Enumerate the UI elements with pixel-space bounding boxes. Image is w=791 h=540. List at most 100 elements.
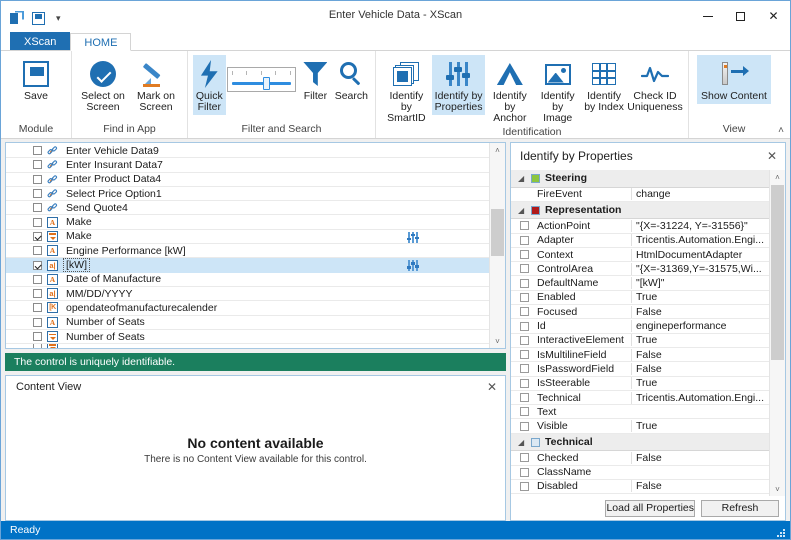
- property-checkbox[interactable]: [520, 379, 529, 388]
- property-row[interactable]: IsPasswordFieldFalse: [511, 362, 769, 376]
- row-checkbox[interactable]: [33, 203, 42, 212]
- select-on-screen-button[interactable]: Select on Screen: [77, 55, 129, 115]
- property-row[interactable]: DisabledFalse: [511, 480, 769, 494]
- tree-row[interactable]: A Date of Manufacture: [6, 273, 489, 287]
- property-row[interactable]: FireEvent change: [511, 188, 769, 202]
- property-checkbox-cell[interactable]: [511, 468, 537, 477]
- property-checkbox[interactable]: [520, 393, 529, 402]
- refresh-button[interactable]: Refresh: [701, 500, 779, 517]
- row-checkbox[interactable]: [33, 160, 42, 169]
- property-checkbox-cell[interactable]: [511, 307, 537, 316]
- property-checkbox-cell[interactable]: [511, 322, 537, 331]
- tree-row[interactable]: [K opendateofmanufacturecalender: [6, 301, 489, 315]
- minimize-button[interactable]: [691, 4, 724, 28]
- scroll-down-icon[interactable]: ˅: [490, 334, 505, 348]
- identify-by-index-button[interactable]: Identify by Index: [581, 55, 627, 115]
- tree-row[interactable]: Enter Insurant Data7: [6, 158, 489, 172]
- filter-strength-slider[interactable]: [227, 67, 297, 92]
- expander-icon[interactable]: ◢: [518, 174, 526, 183]
- identify-by-image-button[interactable]: Identify by Image: [534, 55, 581, 126]
- property-row[interactable]: IsSteerableTrue: [511, 377, 769, 391]
- row-checkbox[interactable]: [33, 218, 42, 227]
- property-checkbox[interactable]: [520, 453, 529, 462]
- slider-thumb[interactable]: [263, 77, 270, 90]
- property-checkbox-cell[interactable]: [511, 364, 537, 373]
- tab-home[interactable]: HOME: [70, 33, 131, 51]
- property-checkbox[interactable]: [520, 221, 529, 230]
- property-checkbox[interactable]: [520, 307, 529, 316]
- property-checkbox[interactable]: [520, 468, 529, 477]
- close-button[interactable]: ✕: [757, 4, 790, 28]
- property-row[interactable]: Text: [511, 405, 769, 419]
- scroll-down-icon[interactable]: ˅: [770, 482, 785, 496]
- row-checkbox[interactable]: [33, 303, 42, 312]
- scroll-up-icon[interactable]: ˄: [770, 170, 785, 184]
- property-row[interactable]: TechnicalTricentis.Automation.Engi...: [511, 391, 769, 405]
- resize-grip[interactable]: [777, 527, 787, 537]
- property-checkbox-cell[interactable]: [511, 279, 537, 288]
- property-checkbox-cell[interactable]: [511, 422, 537, 431]
- tree-row[interactable]: Make: [6, 230, 489, 244]
- tree-row[interactable]: A Number of Seats: [6, 316, 489, 330]
- tree-row[interactable]: Number of Seats: [6, 330, 489, 344]
- property-checkbox[interactable]: [520, 482, 529, 491]
- maximize-button[interactable]: [724, 4, 757, 28]
- property-checkbox-cell[interactable]: [511, 336, 537, 345]
- filter-button[interactable]: Filter: [299, 55, 332, 104]
- property-row[interactable]: ClassName: [511, 466, 769, 480]
- identify-by-smartid-button[interactable]: Identify by SmartID: [381, 55, 432, 126]
- property-checkbox[interactable]: [520, 407, 529, 416]
- check-id-uniqueness-button[interactable]: Check ID Uniqueness: [627, 55, 683, 115]
- identify-by-anchor-button[interactable]: Identify by Anchor: [485, 55, 534, 126]
- property-row[interactable]: FocusedFalse: [511, 305, 769, 319]
- show-content-button[interactable]: Show Content: [697, 55, 771, 104]
- save-icon[interactable]: [32, 11, 47, 26]
- search-button[interactable]: Search: [333, 55, 370, 104]
- property-checkbox-cell[interactable]: [511, 482, 537, 491]
- properties-grid[interactable]: ◢ Steering FireEvent change ◢: [511, 170, 769, 496]
- property-row[interactable]: IsMultilineFieldFalse: [511, 348, 769, 362]
- property-checkbox[interactable]: [520, 422, 529, 431]
- property-checkbox-cell[interactable]: [511, 236, 537, 245]
- property-row[interactable]: Idengineperformance: [511, 319, 769, 333]
- tree-row[interactable]: Enter Vehicle Data9: [6, 144, 489, 158]
- property-checkbox-cell[interactable]: [511, 453, 537, 462]
- identify-by-properties-button[interactable]: Identify by Properties: [432, 55, 486, 115]
- mark-on-screen-button[interactable]: Mark on Screen: [130, 55, 182, 115]
- expander-icon[interactable]: ◢: [518, 206, 526, 215]
- property-checkbox-cell[interactable]: [511, 293, 537, 302]
- row-checkbox[interactable]: [33, 175, 42, 184]
- properties-vertical-scrollbar[interactable]: ˄ ˅: [769, 170, 785, 496]
- row-properties-icon[interactable]: [407, 232, 419, 243]
- property-checkbox[interactable]: [520, 236, 529, 245]
- property-checkbox-cell[interactable]: [511, 407, 537, 416]
- row-checkbox[interactable]: [33, 189, 42, 198]
- quick-filter-button[interactable]: Quick Filter: [193, 55, 226, 115]
- load-all-properties-button[interactable]: Load all Properties: [605, 500, 695, 517]
- property-group-technical[interactable]: ◢ Technical: [511, 434, 769, 452]
- property-row[interactable]: VisibleTrue: [511, 419, 769, 433]
- close-icon[interactable]: ✕: [765, 149, 779, 163]
- row-checkbox[interactable]: [33, 332, 42, 341]
- tree-row[interactable]: a| MM/DD/YYYY: [6, 287, 489, 301]
- collapse-ribbon-button[interactable]: ˄: [778, 125, 784, 136]
- tree-row-partial[interactable]: [6, 344, 489, 348]
- property-row[interactable]: InteractiveElementTrue: [511, 334, 769, 348]
- property-row[interactable]: EnabledTrue: [511, 291, 769, 305]
- row-checkbox[interactable]: [33, 246, 42, 255]
- tree-vertical-scrollbar[interactable]: ˄ ˅: [489, 143, 505, 348]
- property-checkbox[interactable]: [520, 364, 529, 373]
- property-checkbox[interactable]: [520, 264, 529, 273]
- row-checkbox[interactable]: [33, 275, 42, 284]
- row-checkbox[interactable]: [33, 261, 42, 270]
- property-checkbox[interactable]: [520, 250, 529, 259]
- scroll-up-icon[interactable]: ˄: [490, 143, 505, 157]
- property-row[interactable]: ActionPoint"{X=-31224, Y=-31556}": [511, 219, 769, 233]
- tree-row[interactable]: A Make: [6, 215, 489, 229]
- row-checkbox[interactable]: [33, 146, 42, 155]
- property-group-steering[interactable]: ◢ Steering: [511, 170, 769, 188]
- property-row[interactable]: ControlArea"{X=-31369,Y=-31575,Wi...: [511, 262, 769, 276]
- property-checkbox-cell[interactable]: [511, 350, 537, 359]
- row-checkbox[interactable]: [33, 318, 42, 327]
- property-group-representation[interactable]: ◢ Representation: [511, 202, 769, 220]
